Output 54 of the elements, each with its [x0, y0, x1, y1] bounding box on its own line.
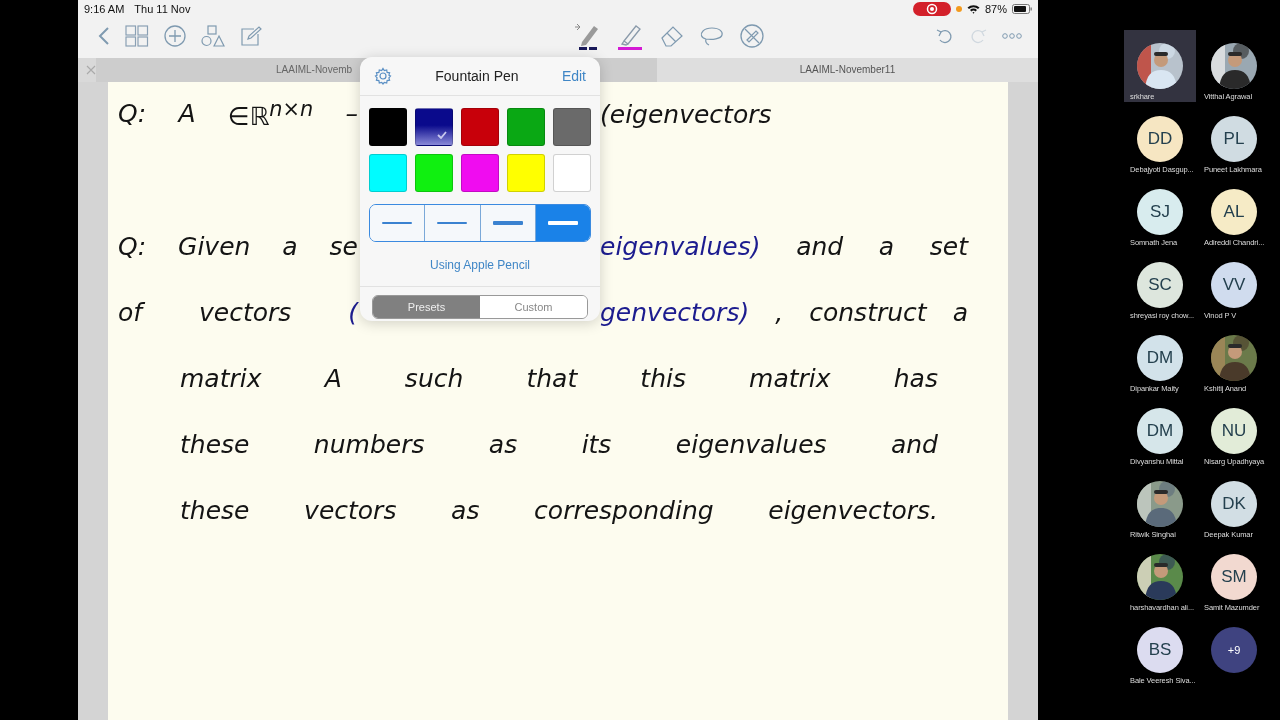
handwritten-word: – — [345, 99, 358, 129]
handwritten-word: eigenvectors. — [768, 495, 938, 525]
handwritten-word: , — [775, 297, 784, 327]
battery-percent: 87% — [984, 3, 1007, 15]
handwritten-word: vectors — [304, 495, 397, 525]
avatar-initials: DM — [1137, 408, 1183, 454]
handwritten-word: such — [404, 363, 464, 393]
handwritten-word: these — [180, 429, 250, 459]
handwritten-word: construct — [809, 297, 927, 327]
handwritten-word: corresponding — [534, 495, 714, 525]
handwritten-word: A — [178, 99, 196, 129]
handwritten-word: set — [929, 231, 968, 261]
handwritten-word: these — [180, 495, 250, 525]
handwritten-word: eigenvalues) — [600, 231, 761, 261]
avatar-initials: BS — [1137, 627, 1183, 673]
handwritten-word: and — [890, 429, 938, 459]
handwritten-word: of — [118, 297, 143, 327]
handwritten-word: se — [329, 231, 358, 261]
handwritten-word: Given — [178, 231, 251, 261]
handwritten-word: a — [952, 297, 968, 327]
handwritten-word: matrix — [749, 363, 831, 393]
avatar-initials: NU — [1211, 408, 1257, 454]
handwritten-word: Q: — [118, 99, 147, 129]
avatar-initials: PL — [1211, 116, 1257, 162]
handwritten-word: Q: — [118, 231, 147, 261]
avatar-initials: AL — [1211, 189, 1257, 235]
handwritten-word: ∈ℝ$^{n×n}$ — [227, 96, 314, 132]
handwritten-word: vectors — [199, 297, 292, 327]
avatar-initials: SJ — [1137, 189, 1183, 235]
status-time: 9:16 AM — [84, 3, 125, 15]
handwritten-word: as — [451, 495, 480, 525]
status-date: Thu 11 Nov — [134, 3, 191, 15]
avatar-initials: SM — [1211, 554, 1257, 600]
handwritten-word: matrix — [180, 363, 262, 393]
handwritten-word: eigenvalues — [675, 429, 827, 459]
handwritten-word: this — [640, 363, 686, 393]
avatar-initials: VV — [1211, 262, 1257, 308]
handwritten-word: as — [488, 429, 518, 459]
popover-title: Fountain Pen — [434, 68, 520, 84]
avatar-initials: DM — [1137, 335, 1183, 381]
handwritten-word: has — [893, 363, 938, 393]
handwritten-word: a — [282, 231, 298, 261]
handwritten-word: genvectors) — [600, 297, 750, 327]
handwritten-word: (eigenvectors — [600, 99, 772, 129]
handwritten-word: numbers — [313, 429, 425, 459]
handwritten-word: and — [796, 231, 844, 261]
avatar-initials: DD — [1137, 116, 1183, 162]
handwritten-word: a — [878, 231, 895, 261]
handwritten-word: that — [526, 363, 578, 393]
avatar-initials: SC — [1137, 262, 1183, 308]
avatar-initials: DK — [1211, 481, 1257, 527]
handwritten-word: A — [324, 363, 342, 393]
handwritten-word: its — [581, 429, 612, 459]
handwritten-word: ( — [348, 297, 358, 327]
